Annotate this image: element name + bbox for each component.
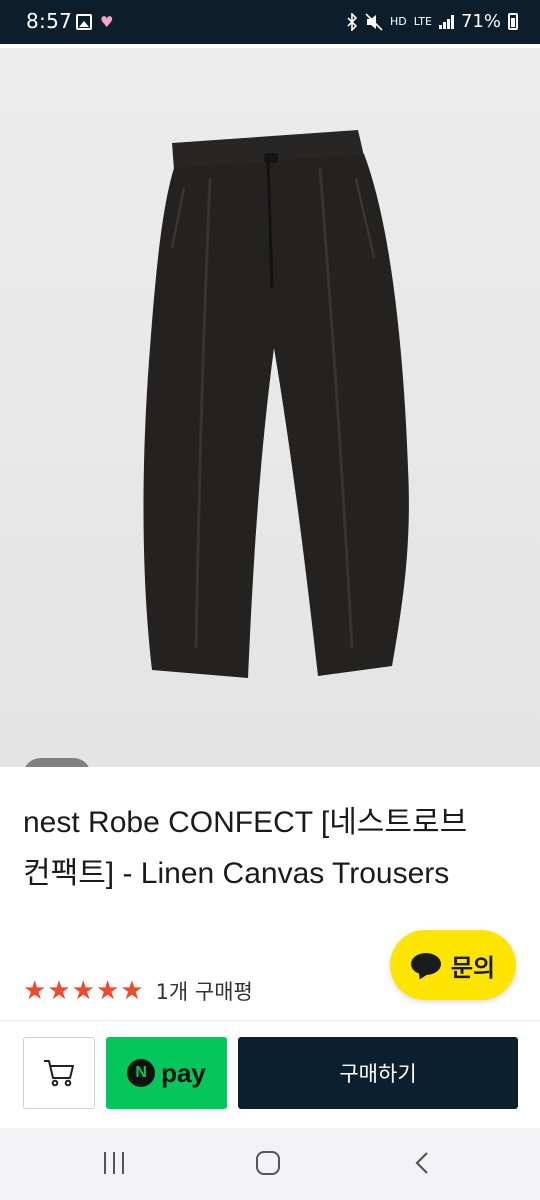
chat-bubble-icon [410, 953, 441, 982]
signal-icon [438, 14, 454, 29]
lte-label: LTE [413, 15, 432, 28]
cart-icon [44, 1060, 74, 1087]
star-icon: ★ [120, 976, 144, 1006]
status-time: 8:57 [26, 9, 73, 33]
star-icon: ★ [47, 976, 71, 1006]
system-icons: HD LTE 71% [346, 11, 518, 32]
back-icon[interactable] [410, 1150, 436, 1176]
gallery-icon [76, 14, 92, 30]
hd-voice-label: HD [389, 15, 407, 28]
action-bar: N pay 구매하기 [0, 1020, 540, 1126]
recent-apps-icon[interactable] [104, 1152, 124, 1174]
battery-percent: 71% [460, 11, 501, 32]
bluetooth-icon [347, 12, 358, 31]
system-nav-bar [0, 1128, 540, 1200]
heart-icon: ♥ [100, 13, 114, 31]
battery-icon [508, 13, 518, 30]
star-icon: ★ [71, 976, 95, 1006]
product-title: nest Robe CONFECT [네스트로브 컨팩트] - Linen Ca… [23, 806, 468, 890]
star-icon: ★ [95, 976, 120, 1006]
rating[interactable]: ★ ★ ★ ★ ★ 1개 구매평 [23, 976, 253, 1006]
star-icon: ★ [23, 976, 47, 1006]
inquiry-label: 문의 [450, 953, 496, 982]
npay-button[interactable]: N pay [106, 1037, 227, 1109]
review-count[interactable]: 1개 구매평 [156, 976, 253, 1006]
home-icon[interactable] [256, 1151, 280, 1175]
npay-label: pay [161, 1057, 206, 1088]
image-counter: 1 / 13 [23, 758, 91, 767]
naver-n-icon: N [127, 1059, 156, 1087]
mute-icon [365, 12, 383, 31]
cart-button[interactable] [23, 1037, 95, 1109]
inquiry-button[interactable]: 문의 [390, 930, 516, 1000]
product-image[interactable]: 1 / 13 [0, 48, 540, 767]
status-bar: 8:57 ♥ HD LTE 71% [0, 0, 540, 44]
rating-stars: ★ ★ ★ ★ ★ [23, 976, 144, 1006]
notification-icons: ♥ [76, 14, 113, 30]
buy-button[interactable]: 구매하기 [238, 1037, 518, 1109]
trousers-image [0, 48, 540, 767]
